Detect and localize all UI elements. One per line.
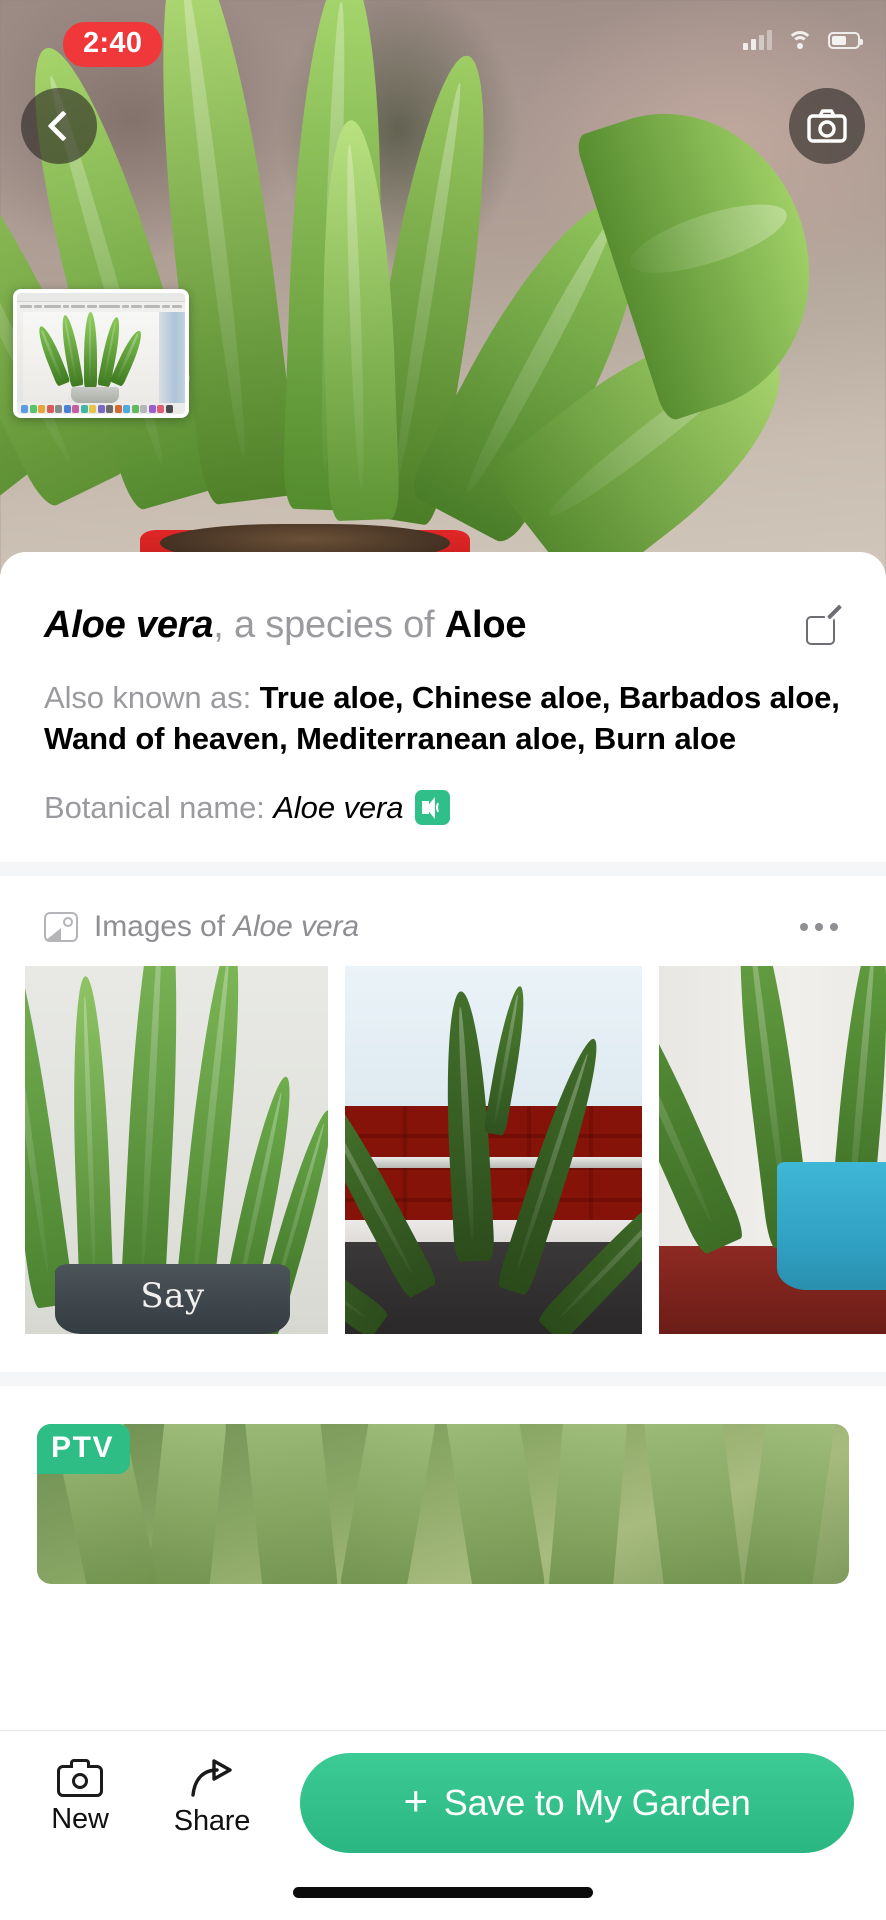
images-carousel[interactable]: Say	[0, 965, 886, 1334]
thumb-pot-text: Say	[140, 1275, 205, 1316]
save-to-my-garden-button[interactable]: + Save to My Garden	[300, 1753, 854, 1853]
speaker-waves	[435, 799, 446, 816]
battery-icon	[828, 31, 863, 49]
botanical-name-value: Aloe vera	[273, 789, 404, 825]
new-button[interactable]: New	[32, 1753, 128, 1836]
ptv-video-card[interactable]: PTV	[37, 1423, 849, 1584]
more-horizontal-icon[interactable]	[796, 913, 842, 941]
speaker-volume-icon[interactable]	[415, 790, 451, 826]
thumb-blue-pot	[777, 1161, 886, 1290]
edit-button[interactable]	[806, 604, 842, 648]
pip-thumbnail[interactable]	[13, 289, 189, 418]
share-button-label: Share	[173, 1805, 251, 1837]
status-icons	[743, 30, 863, 50]
camera-icon	[57, 1759, 103, 1797]
wifi-icon	[787, 30, 813, 50]
edit-square-icon	[806, 616, 835, 645]
species-name: Aloe vera	[44, 604, 214, 646]
title-row: Aloe vera, a species of Aloe	[44, 604, 842, 648]
detail-sheet: Aloe vera, a species of Aloe Also known …	[0, 552, 886, 1920]
images-section-title: Images of Aloe vera	[94, 910, 359, 944]
section-divider	[0, 1371, 886, 1386]
image-placeholder-icon	[44, 911, 78, 942]
images-title-species: Aloe vera	[233, 909, 359, 943]
genus-name: Aloe	[444, 604, 527, 646]
also-known-as-row: Also known as: True aloe, Chinese aloe, …	[44, 678, 842, 760]
chevron-left-icon	[46, 110, 79, 142]
share-button[interactable]: Share	[164, 1753, 260, 1838]
status-bar: 2:40	[0, 0, 886, 78]
pip-dock	[17, 403, 185, 414]
thumb-pot: Say	[55, 1263, 290, 1334]
share-arrow-icon	[189, 1759, 235, 1799]
status-badge: PTV	[37, 1423, 131, 1474]
pip-window-side	[159, 312, 185, 403]
images-section-header: Images of Aloe vera	[0, 876, 886, 966]
recording-time-pill[interactable]: 2:40	[63, 22, 163, 67]
pip-photo	[23, 312, 161, 403]
botanical-name-row: Botanical name: Aloe vera	[44, 790, 842, 826]
hero-plant-photo[interactable]: 2:40	[0, 0, 886, 600]
section-divider	[0, 861, 886, 876]
list-item[interactable]: Say	[25, 965, 328, 1334]
info-card: Aloe vera, a species of Aloe Also known …	[0, 552, 886, 826]
back-button[interactable]	[21, 88, 97, 164]
camera-button[interactable]	[789, 88, 865, 164]
images-title-prefix: Images of	[94, 909, 234, 943]
page-title: Aloe vera, a species of Aloe	[44, 604, 527, 648]
species-separator: , a species of	[213, 604, 445, 646]
pip-thumbnail-image	[17, 293, 185, 414]
plant-detail-screen: 2:40 Aloe vera, a species of Aloe Also k…	[0, 0, 886, 1920]
home-indicator[interactable]	[293, 1887, 593, 1898]
pip-toolbar	[17, 302, 185, 310]
new-button-label: New	[51, 1803, 109, 1835]
list-item[interactable]	[659, 965, 886, 1334]
signal-bars-icon	[743, 30, 772, 50]
save-button-label: Save to My Garden	[443, 1782, 751, 1823]
edit-pen-icon	[827, 604, 842, 620]
images-section-title-group: Images of Aloe vera	[44, 910, 359, 944]
pip-menubar	[17, 293, 185, 302]
ptv-section: PTV	[0, 1386, 886, 1584]
also-known-as-label: Also known as:	[44, 680, 260, 715]
camera-icon	[807, 109, 847, 143]
botanical-name-label: Botanical name:	[44, 789, 274, 825]
list-item[interactable]	[345, 965, 642, 1334]
